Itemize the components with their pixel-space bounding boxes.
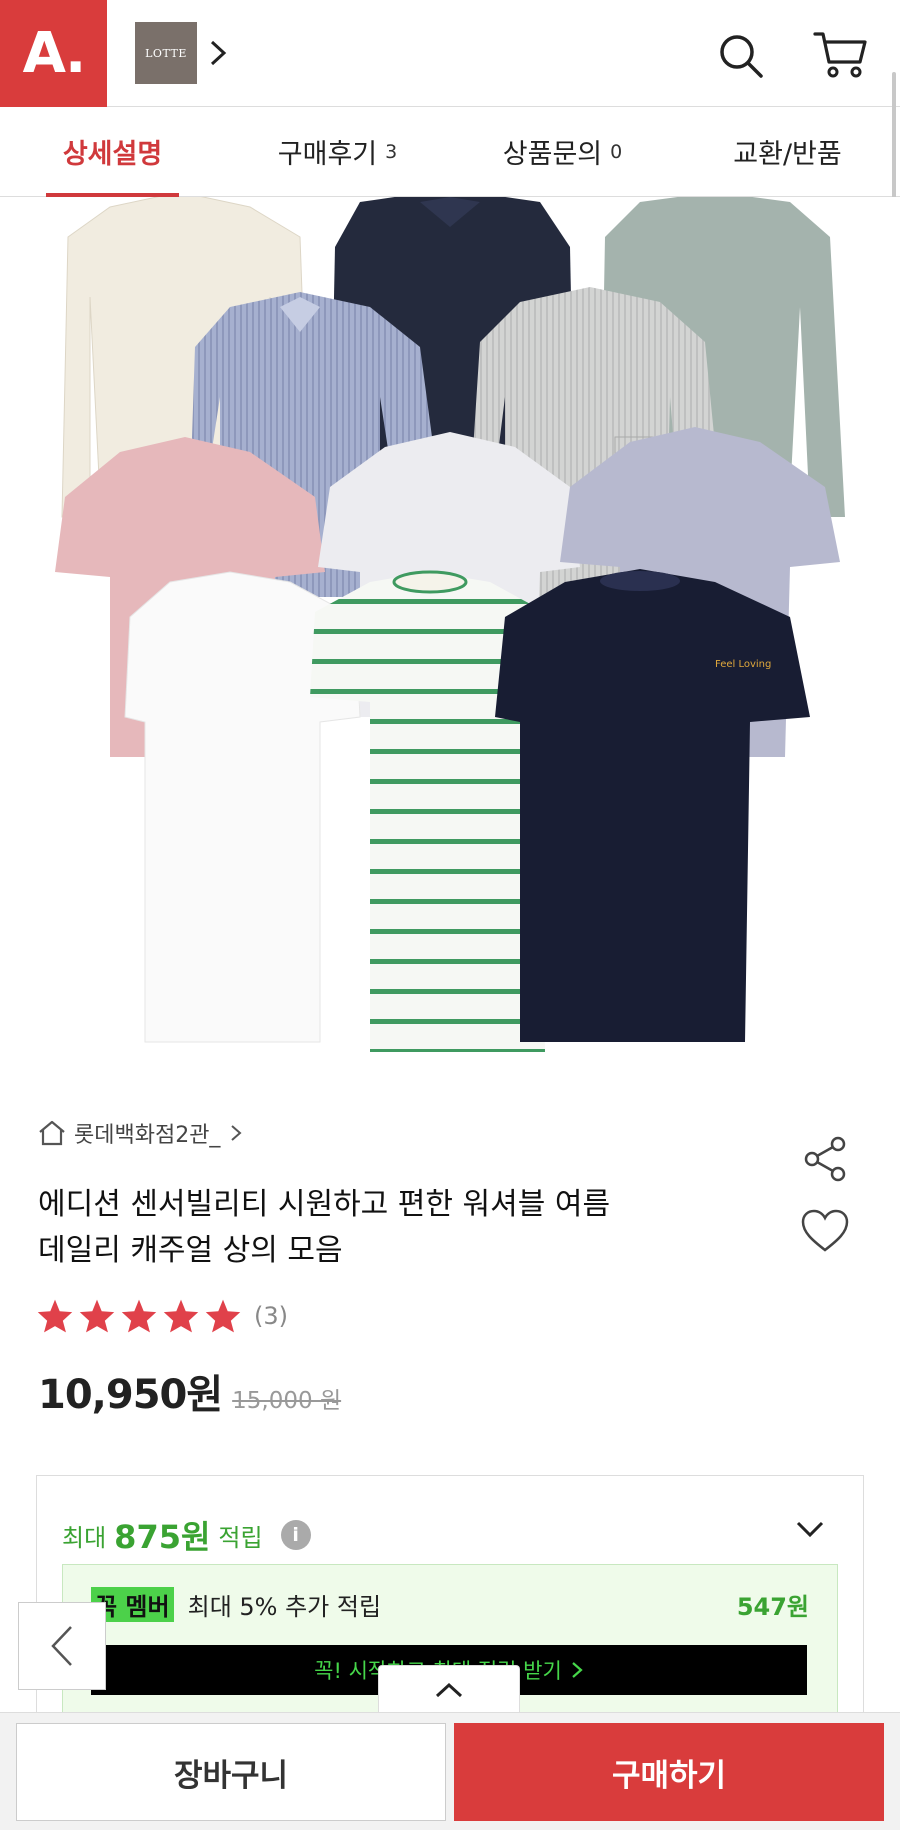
cart-icon[interactable]: [812, 28, 868, 82]
points-prefix: 최대: [62, 1523, 107, 1552]
star-icon: [121, 1299, 157, 1333]
collapse-toggle[interactable]: [378, 1665, 520, 1713]
member-row: 꼭 멤버 최대 5% 추가 적립 547원: [91, 1587, 809, 1622]
title-line: 데일리 캐주얼 상의 모음: [38, 1233, 343, 1268]
product-title: 에디션 센서빌리티 시원하고 편한 워셔블 여름 데일리 캐주얼 상의 모음: [38, 1182, 758, 1274]
tab-label: 상품문의: [502, 139, 603, 170]
rating-count: (3): [254, 1302, 288, 1330]
star-icon: [37, 1299, 73, 1333]
tab-details[interactable]: 상세설명: [0, 107, 225, 197]
seller-link[interactable]: 롯데백화점2관_: [38, 1117, 244, 1149]
tab-inquiries[interactable]: 상품문의 0: [450, 107, 675, 196]
app-logo[interactable]: A.: [0, 0, 107, 107]
member-amount: 547원: [736, 1593, 809, 1621]
tab-returns[interactable]: 교환/반품: [675, 107, 900, 196]
rating[interactable]: (3): [36, 1298, 288, 1334]
chevron-right-icon: [572, 1662, 583, 1678]
tab-label: 교환/반품: [733, 139, 842, 170]
tab-count: 3: [385, 140, 398, 163]
sale-price: 10,950원: [38, 1372, 223, 1418]
chevron-down-icon[interactable]: [795, 1518, 825, 1540]
product-tabs: 상세설명 구매후기 3 상품문의 0 교환/반품: [0, 107, 900, 197]
chevron-right-icon: [231, 1125, 242, 1141]
price-row: 10,950원 15,000 원: [38, 1362, 341, 1420]
back-button[interactable]: [18, 1602, 106, 1690]
search-icon[interactable]: [715, 30, 767, 82]
brand-logo[interactable]: LOTTE: [135, 22, 197, 84]
seller-name: 롯데백화점2관_: [74, 1123, 221, 1148]
heart-icon[interactable]: [800, 1208, 850, 1254]
chevron-up-icon: [435, 1682, 463, 1697]
add-to-cart-button[interactable]: 장바구니: [16, 1723, 446, 1821]
shirt-print-text: Feel Loving: [715, 659, 771, 670]
home-icon: [39, 1120, 65, 1146]
star-icon: [163, 1299, 199, 1333]
info-icon[interactable]: i: [280, 1520, 311, 1550]
tab-label: 상세설명: [62, 139, 163, 170]
tab-reviews[interactable]: 구매후기 3: [225, 107, 450, 196]
share-icon[interactable]: [800, 1134, 850, 1184]
points-summary[interactable]: 최대 875원 적립 i: [62, 1512, 311, 1558]
title-line: 에디션 센서빌리티 시원하고 편한 워셔블 여름: [38, 1187, 611, 1222]
star-icon: [205, 1299, 241, 1333]
points-amount: 875원: [114, 1518, 211, 1556]
app-header: A. LOTTE: [0, 0, 900, 107]
product-image[interactable]: Feel Loving: [0, 197, 900, 1077]
tshirt-navy: Feel Loving: [495, 569, 810, 1042]
member-text: 최대 5% 추가 적립: [187, 1593, 382, 1621]
chevron-right-icon[interactable]: [206, 36, 230, 70]
star-icon: [79, 1299, 115, 1333]
bottom-action-bar: 장바구니 구매하기: [0, 1712, 900, 1830]
chevron-left-icon: [51, 1626, 72, 1666]
buy-now-button[interactable]: 구매하기: [454, 1723, 884, 1821]
tab-count: 0: [610, 140, 623, 163]
original-price: 15,000 원: [232, 1388, 342, 1414]
tab-label: 구매후기: [277, 139, 378, 170]
points-suffix: 적립: [218, 1523, 263, 1552]
shirts-collage: Feel Loving: [55, 197, 845, 1052]
